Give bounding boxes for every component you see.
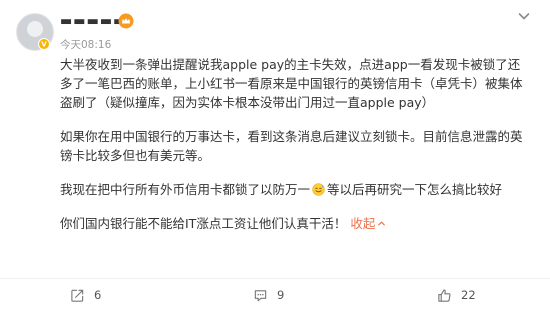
post-timestamp[interactable]: 今天08:16: [60, 37, 111, 52]
post-body: 大半夜收到一条弹出提醒说我apple pay的主卡失效，点进app一看发现卡被锁…: [60, 55, 530, 233]
verified-badge-icon: V: [38, 38, 50, 50]
thumbs-up-icon: [438, 289, 451, 302]
post-text-segment: 你们国内银行能不能给IT涨点工资让他们认真干活！: [60, 216, 347, 231]
chevron-up-icon: [378, 221, 386, 226]
like-count: 22: [461, 288, 476, 302]
svg-text:V: V: [41, 41, 47, 49]
footer-divider: [0, 278, 550, 279]
crown-icon: [118, 13, 134, 29]
comment-icon: [254, 289, 267, 301]
comment-button[interactable]: 9: [253, 287, 284, 303]
chevron-down-icon[interactable]: [516, 8, 532, 24]
sweat-smile-emoji-icon: [312, 183, 325, 196]
share-button[interactable]: 6: [70, 287, 101, 303]
collapse-label: 收起: [350, 216, 376, 231]
comment-count: 9: [277, 288, 285, 302]
share-icon: [71, 289, 84, 302]
post-paragraph: 大半夜收到一条弹出提醒说我apple pay的主卡失效，点进app一看发现卡被锁…: [60, 57, 523, 110]
post-paragraph: 我现在把中行所有外币信用卡都锁了以防万一 等以后再研究一下怎么搞比较好: [60, 180, 530, 199]
collapse-link[interactable]: 收起: [350, 216, 386, 231]
username[interactable]: ▬▬▬▬▬: [60, 14, 126, 29]
post-text-segment: 我现在把中行所有外币信用卡都锁了以防万一: [60, 182, 311, 197]
like-button[interactable]: 22: [437, 287, 476, 303]
post-text-segment: 等以后再研究一下怎么搞比较好: [327, 182, 503, 197]
post-paragraph: 如果你在用中国银行的万事达卡，看到这条消息后建议立刻锁卡。目前信息泄露的英镑卡比…: [60, 129, 523, 163]
weibo-post-card: V ▬▬▬▬▬ 今天08:16 大半夜收到一条弹出提醒说我apple pay的主…: [0, 0, 550, 311]
post-paragraph: 你们国内银行能不能给IT涨点工资让他们认真干活！ 收起: [60, 214, 530, 233]
share-count: 6: [94, 288, 102, 302]
